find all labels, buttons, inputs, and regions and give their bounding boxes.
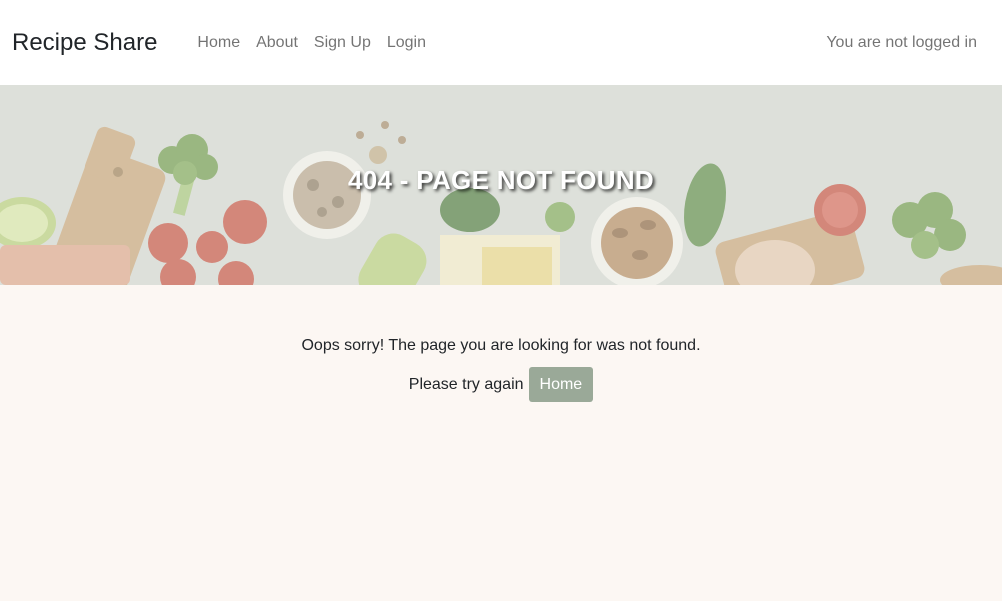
main-content: Oops sorry! The page you are looking for… [0, 285, 1002, 402]
nav-link-home[interactable]: Home [197, 34, 240, 52]
brand-link[interactable]: Recipe Share [12, 29, 157, 57]
hero-banner: 404 - PAGE NOT FOUND [0, 85, 1002, 285]
nav-link-sign-up[interactable]: Sign Up [314, 34, 371, 52]
home-button[interactable]: Home [528, 367, 594, 402]
nav-link-login[interactable]: Login [387, 34, 426, 52]
nav-links: Home About Sign Up Login [197, 34, 426, 52]
retry-text: Please try again [408, 375, 524, 393]
nav-link-about[interactable]: About [256, 34, 298, 52]
retry-row: Please try again Home [0, 367, 1002, 402]
not-found-message: Oops sorry! The page you are looking for… [301, 337, 701, 354]
page-title: 404 - PAGE NOT FOUND [347, 165, 654, 195]
login-status-text: You are not logged in [826, 33, 977, 51]
navbar: Recipe Share Home About Sign Up Login Yo… [0, 0, 1002, 85]
